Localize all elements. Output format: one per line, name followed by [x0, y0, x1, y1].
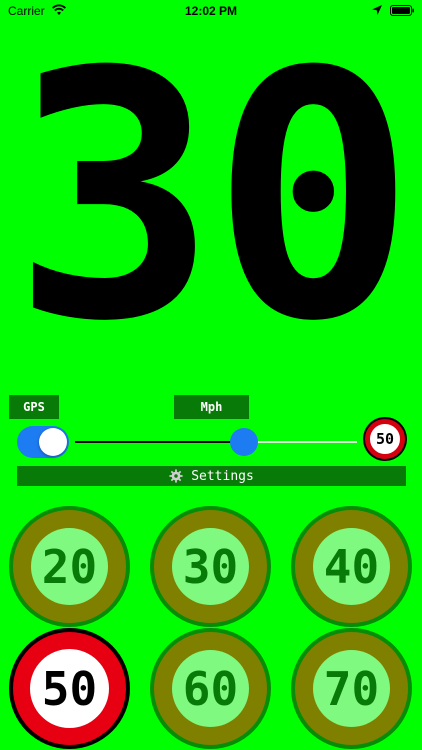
gps-label: GPS — [9, 395, 59, 419]
speed-button-label: 20 — [41, 539, 98, 594]
speed-button-70[interactable]: 70 — [291, 628, 412, 749]
gps-toggle-knob — [39, 428, 67, 456]
gps-toggle[interactable] — [17, 426, 69, 458]
speed-button-20[interactable]: 20 — [9, 506, 130, 627]
slider-track-empty — [244, 441, 357, 443]
speed-limit-sign: 50 — [365, 419, 405, 459]
gear-icon — [169, 469, 183, 483]
current-speed-display: 30 — [12, 0, 415, 396]
speed-button-label: 70 — [323, 661, 380, 716]
speed-button-50[interactable]: 50 — [9, 628, 130, 749]
speed-slider-thumb[interactable] — [230, 428, 259, 456]
settings-label: Settings — [191, 468, 254, 484]
speed-button-label: 30 — [182, 539, 239, 594]
speed-button-label: 40 — [323, 539, 380, 594]
units-label: Mph — [174, 395, 249, 419]
speed-button-60[interactable]: 60 — [150, 628, 271, 749]
speed-button-40[interactable]: 40 — [291, 506, 412, 627]
speed-button-label: 50 — [41, 661, 98, 716]
settings-button[interactable]: Settings — [17, 466, 406, 486]
slider-track-filled — [75, 441, 245, 443]
speed-button-label: 60 — [182, 661, 239, 716]
speed-button-30[interactable]: 30 — [150, 506, 271, 627]
